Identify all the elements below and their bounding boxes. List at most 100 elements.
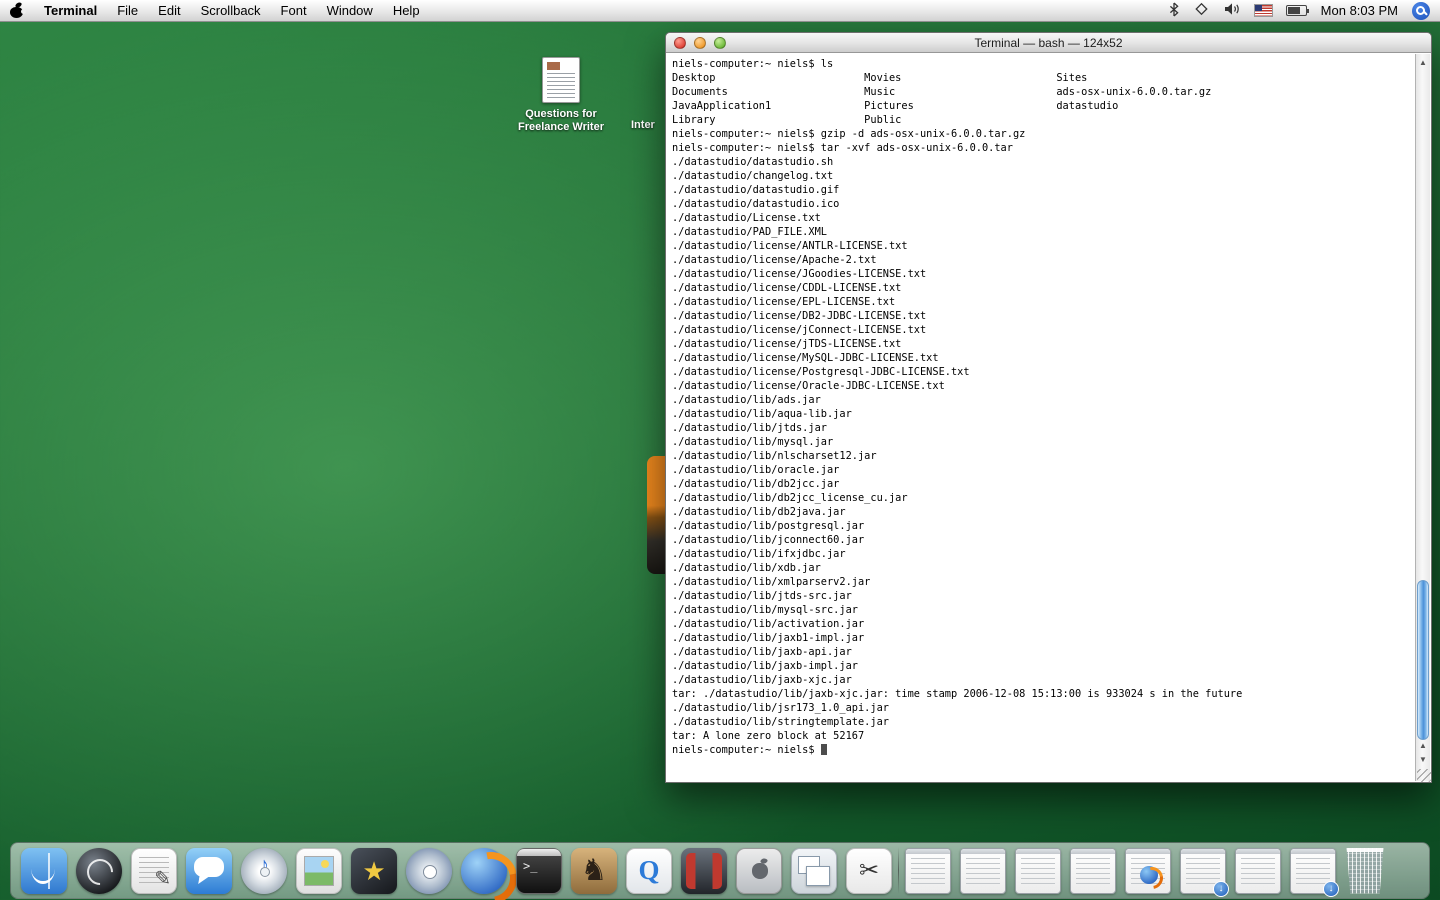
terminal-line: Desktop Movies Sites [672, 72, 1088, 84]
quicktime-dock-icon[interactable]: Q [626, 847, 672, 894]
scroll-up-arrow[interactable]: ▲ [1416, 739, 1430, 752]
mac-box-icon [737, 849, 781, 893]
terminal-line: ./datastudio/lib/jaxb-xjc.jar [672, 674, 852, 686]
terminal-line: ./datastudio/license/JGoodies-LICENSE.tx… [672, 268, 927, 280]
menu-window[interactable]: Window [317, 0, 383, 21]
terminal-dock-icon[interactable]: >_ [516, 847, 562, 894]
download-badge-icon: ↓ [1323, 880, 1339, 897]
menu-clock[interactable]: Mon 8:03 PM [1321, 3, 1398, 18]
minimized-window-document[interactable]: ↓ [1180, 847, 1229, 897]
terminal-line: ./datastudio/lib/jaxb-impl.jar [672, 660, 858, 672]
desktop-icon-label: Questions for Freelance Writer [517, 108, 604, 133]
terminal-line: ./datastudio/lib/xdb.jar [672, 562, 821, 574]
chess-icon: ♞ [580, 853, 608, 887]
trash-dock-icon[interactable] [1346, 847, 1384, 894]
photo-booth-dock-icon[interactable] [681, 847, 727, 894]
ichat-icon [186, 848, 232, 894]
minimized-window-document[interactable] [1235, 847, 1281, 894]
iphoto-dock-icon[interactable] [296, 847, 342, 894]
airport-icon[interactable] [1193, 1, 1210, 20]
terminal-prompt: niels-computer:~ niels$ [672, 744, 821, 756]
terminal-line: ./datastudio/lib/postgresql.jar [672, 520, 865, 532]
terminal-line: ./datastudio/license/jTDS-LICENSE.txt [672, 338, 902, 350]
desktop-icon-questions[interactable]: Questions for Freelance Writer [506, 57, 616, 134]
terminal-line: tar: ./datastudio/lib/jaxb-xjc.jar: time… [672, 688, 1243, 700]
apple-menu[interactable] [0, 0, 34, 21]
ichat-dock-icon[interactable] [186, 847, 232, 894]
terminal-line: ./datastudio/lib/stringtemplate.jar [672, 716, 889, 728]
app-menu-title[interactable]: Terminal [34, 0, 107, 21]
expose-dock-icon[interactable] [791, 847, 837, 894]
resize-grip[interactable] [1417, 769, 1431, 782]
dashboard-icon [76, 848, 122, 894]
dashboard-dock-icon[interactable] [76, 847, 122, 894]
terminal-line: ./datastudio/lib/jsr173_1.0_api.jar [672, 702, 889, 714]
imovie-dock-icon[interactable]: ★ [351, 847, 397, 894]
input-flag-icon[interactable] [1253, 4, 1273, 17]
minimized-window-document[interactable] [1070, 847, 1116, 894]
window-title: Terminal — bash — 124x52 [974, 36, 1123, 50]
scroll-up-arrow-top[interactable]: ▲ [1416, 56, 1430, 69]
terminal-line: ./datastudio/lib/db2jcc_license_cu.jar [672, 492, 908, 504]
terminal-line: ./datastudio/lib/jaxb1-impl.jar [672, 632, 865, 644]
desktop-icon-partial-label[interactable]: Inter [631, 119, 655, 131]
terminal-line: JavaApplication1 Pictures datastudio [672, 100, 1119, 112]
minimized-window-document[interactable] [960, 847, 1006, 894]
textedit-dock-icon[interactable]: ✎ [131, 847, 177, 894]
terminal-line: ./datastudio/datastudio.ico [672, 198, 840, 210]
window-titlebar[interactable]: Terminal — bash — 124x52 [666, 33, 1431, 53]
dock-apps: ✎ ♪ ★ >_ ♞ Q ✂ [21, 847, 892, 894]
scrollbar-thumb[interactable] [1417, 580, 1429, 740]
minimized-window-document[interactable]: ↓ [1290, 847, 1339, 897]
itunes-icon: ♪ [259, 853, 269, 876]
volume-icon[interactable] [1224, 2, 1241, 19]
minimized-window-document[interactable] [1015, 847, 1061, 894]
menu-edit[interactable]: Edit [148, 0, 190, 21]
menu-file[interactable]: File [107, 0, 148, 21]
dock: ✎ ♪ ★ >_ ♞ Q ✂ ↓ ↓ [10, 842, 1430, 899]
terminal-line: ./datastudio/lib/jconnect60.jar [672, 534, 865, 546]
minimized-window-document[interactable] [905, 847, 951, 894]
spotlight-icon[interactable] [1412, 1, 1430, 20]
dvd-player-dock-icon[interactable] [406, 847, 452, 894]
terminal-line: ./datastudio/datastudio.gif [672, 184, 840, 196]
terminal-line: ./datastudio/License.txt [672, 212, 821, 224]
terminal-line: ./datastudio/lib/ads.jar [672, 394, 821, 406]
photo-booth-icon [681, 848, 727, 894]
menu-font[interactable]: Font [271, 0, 317, 21]
itunes-dock-icon[interactable]: ♪ [241, 847, 287, 894]
terminal-line: ./datastudio/lib/aqua-lib.jar [672, 408, 852, 420]
terminal-line: ./datastudio/lib/db2java.jar [672, 506, 846, 518]
iphoto-icon [297, 849, 341, 893]
imovie-icon: ★ [362, 855, 386, 886]
terminal-line: ./datastudio/license/EPL-LICENSE.txt [672, 296, 896, 308]
terminal-line: Documents Music ads-osx-unix-6.0.0.tar.g… [672, 86, 1212, 98]
terminal-line: ./datastudio/changelog.txt [672, 170, 834, 182]
cut-dock-icon[interactable]: ✂ [846, 847, 892, 894]
menu-scrollback[interactable]: Scrollback [191, 0, 271, 21]
terminal-line: niels-computer:~ niels$ ls [672, 58, 834, 70]
chess-dock-icon[interactable]: ♞ [571, 847, 617, 894]
terminal-icon: >_ [523, 858, 538, 873]
mac-box-dock-icon[interactable] [736, 847, 782, 894]
scroll-down-arrow[interactable]: ▼ [1416, 753, 1430, 766]
terminal-output: niels-computer:~ niels$ ls Desktop Movies… [667, 54, 1415, 781]
desktop: { "menu_bar": { "app_name": "Terminal", … [0, 0, 1440, 900]
textedit-icon: ✎ [154, 867, 171, 890]
terminal-line: ./datastudio/lib/nlscharset12.jar [672, 450, 877, 462]
terminal-line: ./datastudio/lib/activation.jar [672, 618, 865, 630]
terminal-line: ./datastudio/lib/jtds.jar [672, 422, 827, 434]
dvd-player-icon [406, 848, 452, 894]
terminal-line: ./datastudio/PAD_FILE.XML [672, 226, 827, 238]
firefox-dock-icon[interactable] [461, 847, 507, 894]
menu-help[interactable]: Help [383, 0, 430, 21]
battery-icon[interactable] [1285, 5, 1309, 16]
finder-dock-icon[interactable] [21, 847, 67, 894]
download-badge-icon: ↓ [1213, 880, 1229, 897]
terminal-line: ./datastudio/lib/ifxjdbc.jar [672, 548, 846, 560]
terminal-line: ./datastudio/lib/mysql.jar [672, 436, 834, 448]
terminal-line: ./datastudio/license/jConnect-LICENSE.tx… [672, 324, 927, 336]
bluetooth-icon[interactable] [1169, 2, 1179, 20]
minimized-window-firefox-page[interactable] [1125, 847, 1171, 894]
scrollbar-track[interactable]: ▲ ▲ ▼ [1415, 54, 1430, 781]
